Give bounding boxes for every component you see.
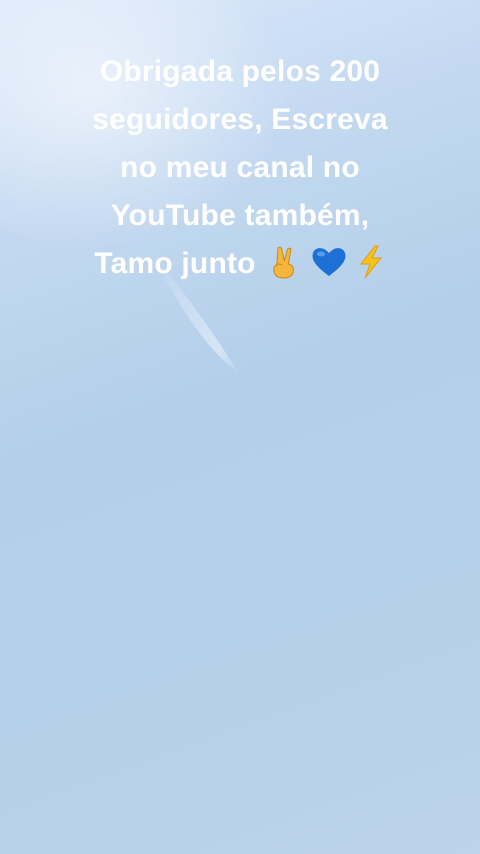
caption-line-4: YouTube também, — [110, 199, 370, 232]
caption-line-1: Obrigada pelos 200 — [99, 55, 381, 88]
lightning-icon — [356, 244, 386, 280]
story-screen: Obrigada pelos 200 seguidores, Escreva n… — [0, 0, 480, 854]
story-caption: Obrigada pelos 200 seguidores, Escreva n… — [40, 48, 440, 288]
caption-line-3: no meu canal no — [120, 151, 360, 184]
blue-heart-icon — [310, 244, 348, 280]
victory-hand-icon — [266, 244, 302, 280]
caption-line-2: seguidores, Escreva — [92, 103, 388, 136]
caption-line-5-wrap: Tamo junto — [40, 240, 440, 288]
caption-line-5: Tamo junto — [94, 247, 256, 280]
emoji-row — [266, 244, 386, 280]
